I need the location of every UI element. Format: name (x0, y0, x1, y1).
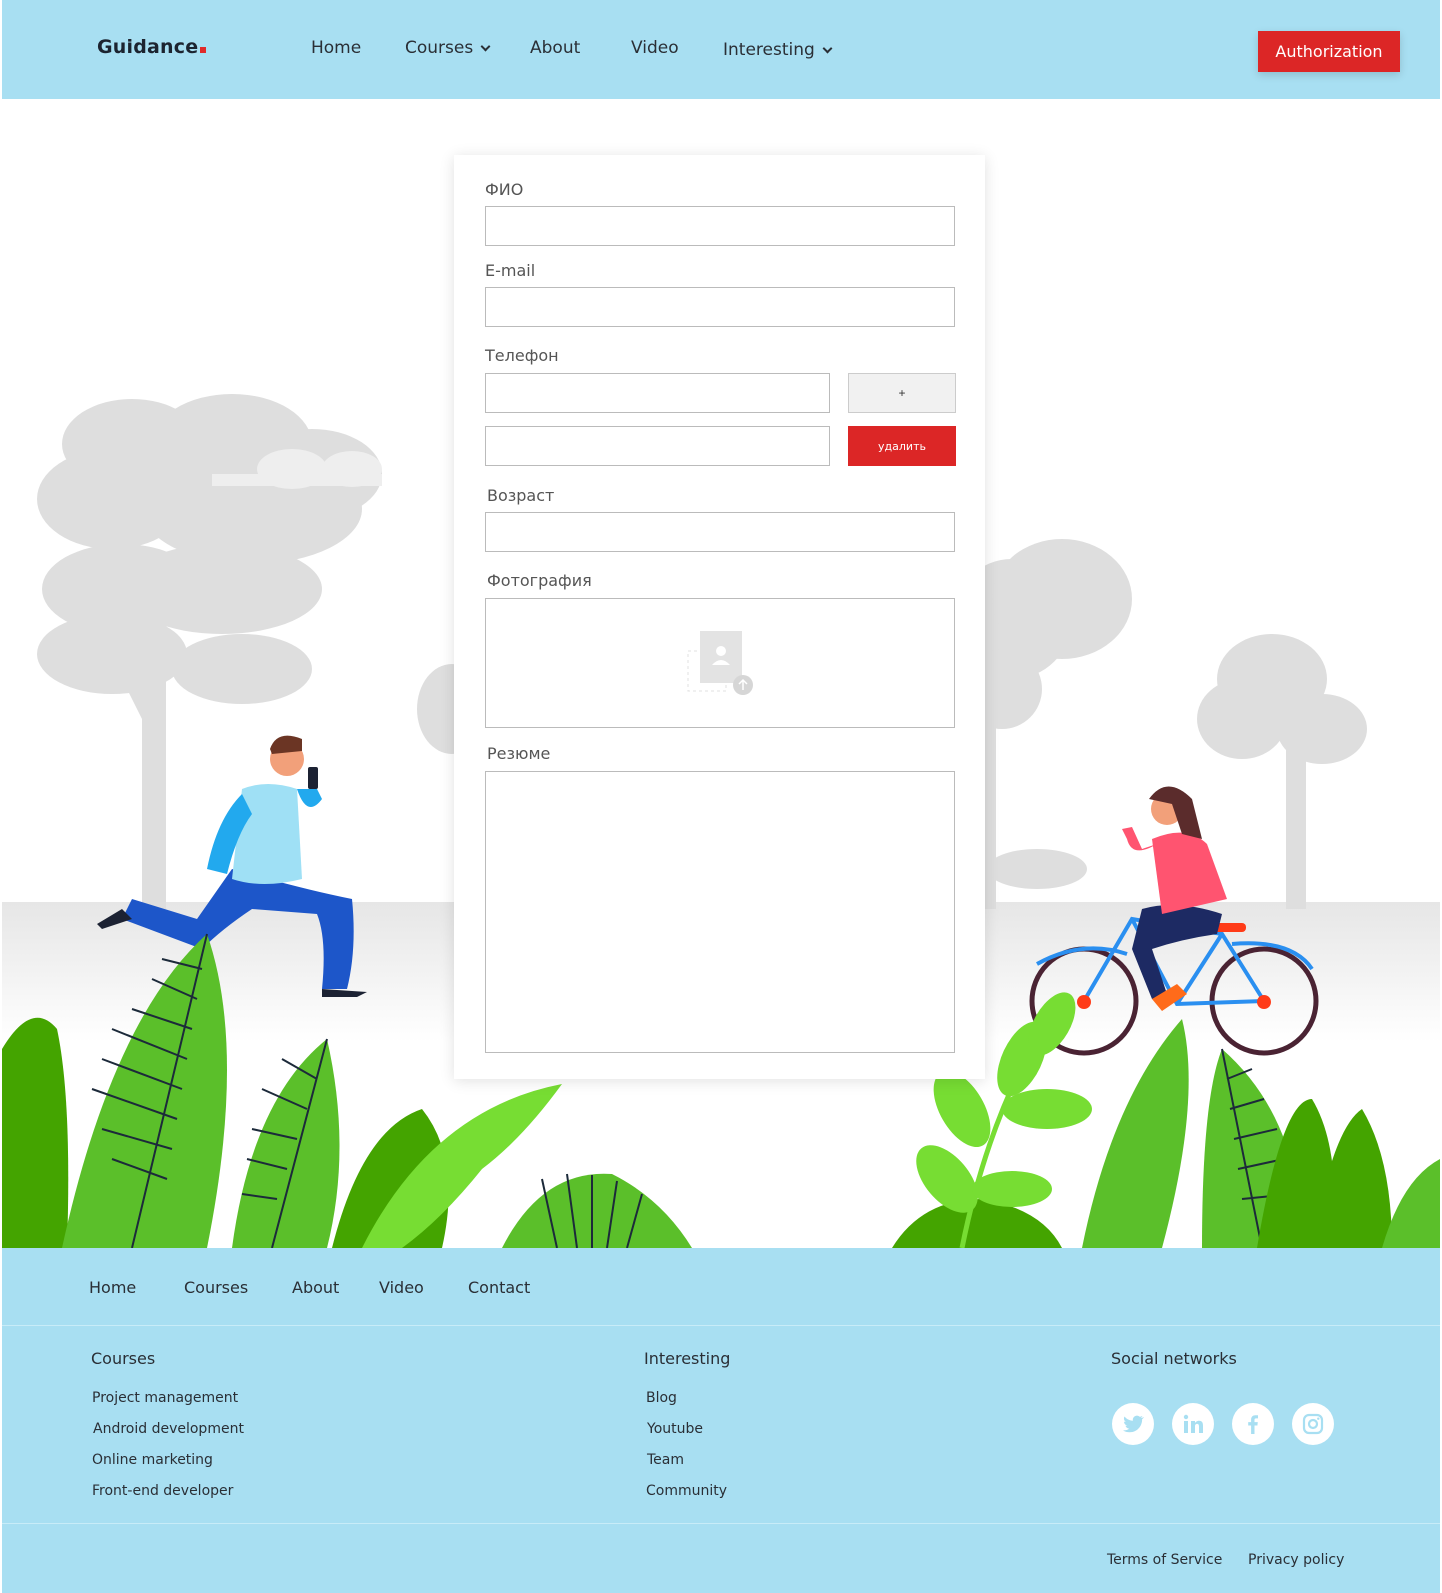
phone-label: Телефон (485, 346, 559, 365)
footer-link-youtube[interactable]: Youtube (647, 1421, 703, 1437)
nav-video[interactable]: Video (631, 38, 679, 58)
footer-nav-about[interactable]: About (292, 1278, 339, 1297)
nav-about[interactable]: About (530, 38, 580, 58)
nav-courses[interactable]: Courses (405, 38, 491, 58)
footer-nav-video[interactable]: Video (379, 1278, 424, 1297)
delete-phone-button[interactable]: удалить (848, 426, 956, 466)
privacy-policy-link[interactable]: Privacy policy (1248, 1552, 1344, 1568)
site-header: Guidance Home Courses About Video Intere… (2, 0, 1440, 99)
footer-link-project-management[interactable]: Project management (92, 1390, 238, 1406)
fio-label: ФИО (485, 180, 524, 199)
registration-form: ФИО E-mail Телефон + удалить Возраст Фот… (454, 155, 985, 1079)
footer-divider-bottom (2, 1523, 1440, 1524)
email-label: E-mail (485, 261, 536, 280)
footer-link-online-marketing[interactable]: Online marketing (92, 1452, 213, 1468)
footer-link-community[interactable]: Community (646, 1483, 727, 1499)
footer-social-heading: Social networks (1111, 1349, 1237, 1368)
email-input[interactable] (485, 287, 955, 327)
footer-divider (2, 1325, 1440, 1326)
site-footer: Home Courses About Video Contact Courses… (2, 1248, 1440, 1593)
nav-interesting[interactable]: Interesting (723, 40, 833, 60)
footer-interesting-heading: Interesting (644, 1349, 731, 1368)
resume-label: Резюме (487, 744, 551, 763)
footer-link-blog[interactable]: Blog (646, 1390, 677, 1406)
footer-link-android-development[interactable]: Android development (93, 1421, 244, 1437)
phone-input-2[interactable] (485, 426, 830, 466)
add-phone-button[interactable]: + (848, 373, 956, 413)
footer-nav-home[interactable]: Home (89, 1278, 136, 1297)
phone-input-1[interactable] (485, 373, 830, 413)
linkedin-icon[interactable] (1172, 1403, 1214, 1445)
age-input[interactable] (485, 512, 955, 552)
photo-upload-icon (687, 631, 753, 695)
footer-link-frontend-developer[interactable]: Front-end developer (92, 1483, 233, 1499)
logo-dot (200, 47, 207, 53)
footer-courses-heading: Courses (91, 1349, 156, 1368)
facebook-icon[interactable] (1232, 1403, 1274, 1445)
footer-link-team[interactable]: Team (647, 1452, 684, 1468)
photo-upload[interactable] (485, 598, 955, 728)
terms-of-service-link[interactable]: Terms of Service (1107, 1552, 1222, 1568)
photo-label: Фотография (487, 571, 592, 590)
fio-input[interactable] (485, 206, 955, 246)
twitter-icon[interactable] (1112, 1403, 1154, 1445)
authorization-button[interactable]: Authorization (1258, 31, 1400, 72)
resume-textarea[interactable] (485, 771, 955, 1053)
chevron-down-icon (480, 41, 491, 51)
chevron-down-icon (822, 43, 833, 53)
instagram-icon[interactable] (1292, 1403, 1334, 1445)
footer-nav-contact[interactable]: Contact (468, 1278, 530, 1297)
logo[interactable]: Guidance (97, 36, 207, 58)
nav-home[interactable]: Home (311, 38, 361, 58)
age-label: Возраст (487, 486, 555, 505)
footer-nav-courses[interactable]: Courses (184, 1278, 248, 1297)
